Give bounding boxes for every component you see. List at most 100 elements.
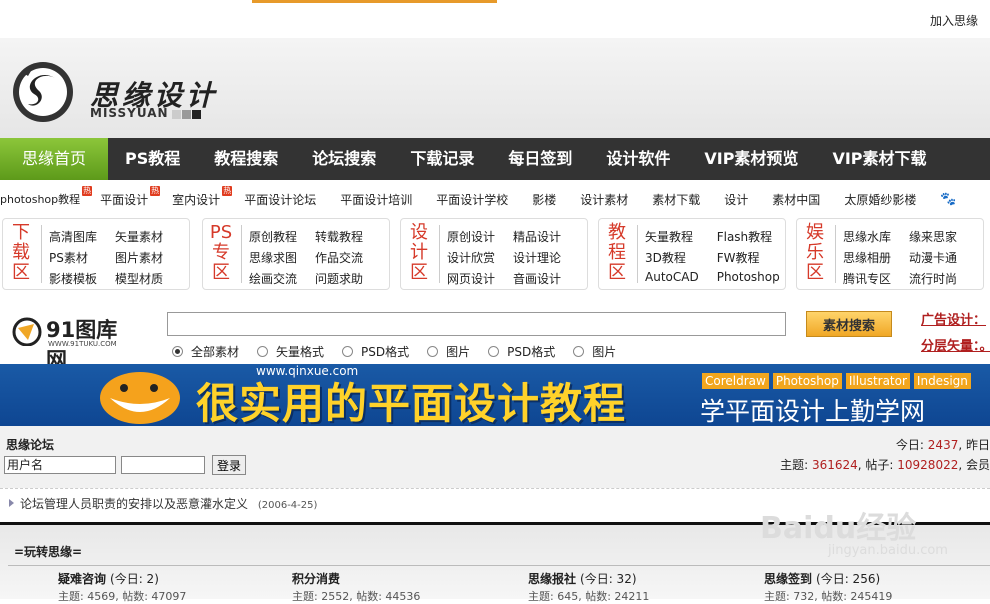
radio-circle-icon[interactable] xyxy=(257,346,269,357)
notice-link[interactable]: 论坛管理人员职责的安排以及恶意灌水定义 xyxy=(20,497,248,511)
zone-link[interactable]: 矢量教程 xyxy=(645,228,699,245)
forum-stats: 主题: 732, 帖数: 245419 xyxy=(764,590,893,603)
forum-stats: 主题: 2552, 帖数: 44536 xyxy=(292,590,421,603)
zone-link[interactable]: 原创设计 xyxy=(447,228,495,245)
sub-nav-item[interactable]: 设计素材 xyxy=(580,191,628,208)
search-button[interactable]: 素材搜索 xyxy=(806,311,892,337)
zone-link[interactable]: 动漫卡通 xyxy=(909,249,957,266)
zone-link[interactable]: 设计欣赏 xyxy=(447,249,495,266)
forum-today-stats: 今日: 2437, 昨日 xyxy=(895,438,990,452)
sub-nav-item[interactable]: 素材中国 xyxy=(772,191,820,208)
sub-nav-item[interactable]: 平面设计论坛 xyxy=(244,191,316,208)
zone-link[interactable]: 精品设计 xyxy=(513,228,561,245)
main-nav-item[interactable]: 设计软件 xyxy=(589,138,687,180)
forum-name-link[interactable]: 思缘签到 xyxy=(764,572,812,586)
main-nav: 思缘首页 PS教程 教程搜索 论坛搜索 下载记录 每日签到 设计软件 VIP素材预览 VIP素材… xyxy=(0,138,990,180)
ad-link-vector[interactable]: 分层矢量：。 xyxy=(921,339,990,354)
forum-name-link[interactable]: 思缘报社 xyxy=(528,572,576,586)
radio-label: 图片 xyxy=(446,345,471,359)
zone-link[interactable]: 图片素材 xyxy=(115,249,163,266)
zone-link[interactable]: 问题求助 xyxy=(315,270,363,287)
radio-circle-icon[interactable] xyxy=(573,346,585,357)
zone-link[interactable]: FW教程 xyxy=(717,249,780,266)
zone-link[interactable]: PS素材 xyxy=(49,249,97,266)
sub-nav-item[interactable]: photoshop教程热 xyxy=(0,186,93,207)
main-nav-item[interactable]: VIP素材预览 xyxy=(687,138,815,180)
format-radio[interactable]: 矢量格式 xyxy=(257,343,324,360)
site-logo-icon[interactable] xyxy=(8,54,78,124)
format-radio[interactable]: 图片 xyxy=(573,343,616,360)
zone-link[interactable]: 网页设计 xyxy=(447,270,495,287)
sub-nav-label: 设计 xyxy=(724,192,749,207)
main-nav-item[interactable]: 思缘首页 xyxy=(0,138,109,180)
zone-link[interactable]: 设计理论 xyxy=(513,249,561,266)
main-nav-item[interactable]: VIP素材下载 xyxy=(815,138,943,180)
format-radio[interactable]: PSD格式 xyxy=(488,343,555,360)
sub-nav-label: 平面设计论坛 xyxy=(244,192,317,207)
format-radio[interactable]: PSD格式 xyxy=(342,343,409,360)
sub-nav-item[interactable]: 平面设计培训 xyxy=(340,191,412,208)
sub-nav-item[interactable]: 太原婚纱影楼 xyxy=(844,191,916,208)
zone-link[interactable]: 影楼模板 xyxy=(49,270,97,287)
banner-tag: Photoshop xyxy=(772,373,842,389)
paw-icon[interactable]: 🐾 xyxy=(940,192,956,207)
zone-link[interactable]: 3D教程 xyxy=(645,249,699,266)
zone-link[interactable]: 原创教程 xyxy=(249,228,297,245)
sub-nav-label: photoshop教程 xyxy=(0,193,81,206)
sub-nav-item[interactable]: 影楼 xyxy=(532,191,556,208)
zone-title[interactable]: PS 专区 xyxy=(207,223,235,283)
zone-link[interactable]: 思缘水库 xyxy=(843,228,891,245)
zone-link[interactable]: Flash教程 xyxy=(717,228,780,245)
forum-name-link[interactable]: 疑难咨询 xyxy=(58,572,106,586)
radio-circle-icon[interactable] xyxy=(488,346,500,357)
banner-headline: 很实用的平面设计教程 xyxy=(196,379,627,426)
zone-link[interactable]: 思缘相册 xyxy=(843,249,891,266)
zone-title[interactable]: 教程区 xyxy=(603,223,631,283)
format-radio[interactable]: 全部素材 xyxy=(172,343,239,360)
radio-circle-icon[interactable] xyxy=(342,346,354,357)
zone-link[interactable]: 模型材质 xyxy=(115,270,163,287)
ad-link-design[interactable]: 广告设计： xyxy=(921,313,986,328)
zone-link[interactable]: 思缘求图 xyxy=(249,249,297,266)
sub-nav-label: 影楼 xyxy=(532,192,557,207)
main-nav-item[interactable]: PS教程 xyxy=(108,138,197,180)
sub-nav-item[interactable]: 素材下载 xyxy=(652,191,700,208)
search-input[interactable] xyxy=(167,312,786,336)
sub-nav-item[interactable]: 室内设计热 xyxy=(172,185,233,208)
brand-squares xyxy=(172,108,202,122)
main-nav-item[interactable]: 下载记录 xyxy=(393,138,491,180)
zone-link[interactable]: 转载教程 xyxy=(315,228,363,245)
sub-nav-label: 素材下载 xyxy=(652,192,701,207)
zone-link[interactable]: 高清图库 xyxy=(49,228,97,245)
main-nav-item[interactable]: 每日签到 xyxy=(491,138,589,180)
zone-link[interactable]: 流行时尚 xyxy=(909,270,957,287)
sub-nav-item[interactable]: 平面设计热 xyxy=(100,185,161,208)
zone-link[interactable]: 音画设计 xyxy=(513,270,561,287)
forum-name-link[interactable]: 积分消费 xyxy=(292,572,340,586)
radio-circle-icon[interactable] xyxy=(427,346,439,357)
zone-link[interactable]: 缘来思家 xyxy=(909,228,957,245)
sub-nav-item[interactable]: 设计 xyxy=(724,191,748,208)
username-field[interactable]: 用户名 xyxy=(4,456,116,474)
main-nav-item[interactable]: 教程搜索 xyxy=(197,138,295,180)
login-button[interactable]: 登录 xyxy=(212,455,246,475)
zone-title[interactable]: 设计区 xyxy=(405,223,433,283)
radio-circle-icon[interactable] xyxy=(172,346,183,357)
zone-divider xyxy=(439,225,440,283)
main-nav-item[interactable]: 论坛搜索 xyxy=(295,138,393,180)
sub-nav-item[interactable]: 平面设计学校 xyxy=(436,191,508,208)
join-link[interactable]: 加入思缘 xyxy=(930,12,978,29)
format-radio[interactable]: 图片 xyxy=(427,343,470,360)
zone-link[interactable]: 矢量素材 xyxy=(115,228,163,245)
zone-link[interactable]: 绘画交流 xyxy=(249,270,297,287)
zone-link[interactable]: AutoCAD xyxy=(645,270,699,284)
zone-title[interactable]: 下载区 xyxy=(7,223,35,283)
zone-link[interactable]: 作品交流 xyxy=(315,249,363,266)
zone-link[interactable]: Photoshop xyxy=(717,270,780,284)
promo-banner[interactable]: www.qinxue.com 很实用的平面设计教程 Coreldraw Phot… xyxy=(0,364,990,426)
password-field[interactable] xyxy=(121,456,205,474)
zone-title[interactable]: 娱乐区 xyxy=(801,223,829,283)
tuku-logo[interactable]: 91图库网 WWW.91TUKU.COM xyxy=(12,312,137,372)
members-label: 会员 xyxy=(965,458,990,472)
zone-link[interactable]: 腾讯专区 xyxy=(843,270,891,287)
